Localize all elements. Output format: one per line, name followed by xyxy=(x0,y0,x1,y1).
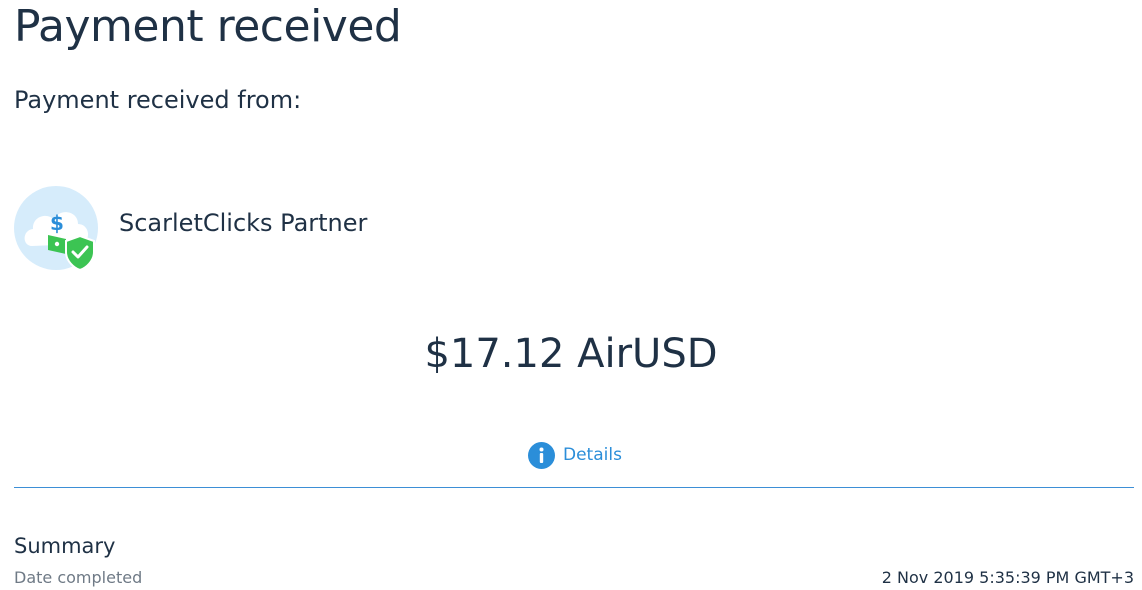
svg-text:$: $ xyxy=(50,211,64,235)
summary-heading: Summary xyxy=(14,534,116,558)
money-shield-cloud-icon: $ xyxy=(14,186,98,272)
sender-avatar: $ xyxy=(14,186,100,272)
payment-amount: $17.12 AirUSD xyxy=(424,331,718,377)
info-icon xyxy=(528,441,555,469)
divider xyxy=(14,487,1134,488)
details-button[interactable]: Details xyxy=(528,440,622,470)
summary-row-label: Date completed xyxy=(14,568,143,587)
summary-row-value: 2 Nov 2019 5:35:39 PM GMT+3 xyxy=(881,568,1134,587)
payment-from-label: Payment received from: xyxy=(14,86,302,114)
sender-name: ScarletClicks Partner xyxy=(119,209,368,237)
page-title: Payment received xyxy=(14,1,402,52)
summary-row-date-completed: Date completed 2 Nov 2019 5:35:39 PM GMT… xyxy=(14,567,1134,589)
sender-card: $ ScarletClicks Partner xyxy=(14,184,367,274)
details-label: Details xyxy=(563,445,622,465)
